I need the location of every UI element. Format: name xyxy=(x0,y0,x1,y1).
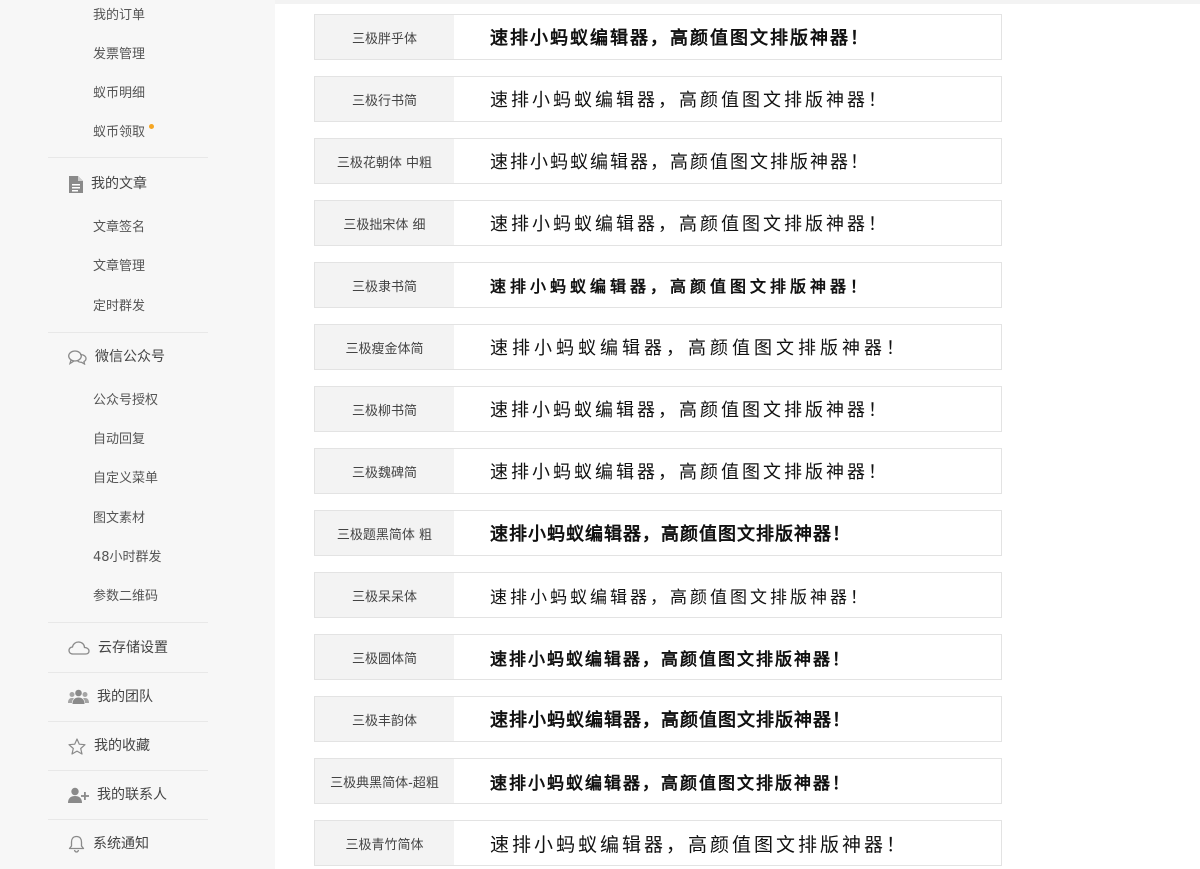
font-name: 三极拙宋体 细 xyxy=(315,201,454,245)
sidebar-section-label: 我的文章 xyxy=(91,176,147,192)
font-name: 三极圆体简 xyxy=(315,635,454,679)
sidebar-section-my-articles[interactable]: 我的文章 xyxy=(68,172,147,196)
sidebar-item-custom-menu[interactable]: 自定义菜单 xyxy=(93,469,158,489)
font-name: 三极隶书简 xyxy=(315,263,454,307)
font-sample-text: 速排小蚂蚁编辑器，高颜值图文排版神器！ xyxy=(490,28,870,49)
divider xyxy=(48,819,208,820)
font-row[interactable]: 三极瘦金体简 速排小蚂蚁编辑器，高颜值图文排版神器！ xyxy=(314,324,1002,370)
team-icon xyxy=(68,689,89,704)
font-name: 三极呆呆体 xyxy=(315,573,454,617)
font-sample-text: 速排小蚂蚁编辑器，高颜值图文排版神器！ xyxy=(490,152,870,173)
font-sample-text: 速排小蚂蚁编辑器，高颜值图文排版神器！ xyxy=(490,338,908,359)
sidebar-item-media-library[interactable]: 图文素材 xyxy=(93,509,145,529)
sidebar-section-label: 我的联系人 xyxy=(97,787,167,803)
document-icon xyxy=(69,175,83,193)
font-row[interactable]: 三极胖乎体 速排小蚂蚁编辑器，高颜值图文排版神器！ xyxy=(314,14,1002,60)
sidebar-section-label: 我的团队 xyxy=(97,689,153,705)
chat-bubbles-icon xyxy=(68,349,87,365)
sidebar-section-cloud-storage[interactable]: 云存储设置 xyxy=(68,636,168,660)
sidebar-section-my-favorites[interactable]: 我的收藏 xyxy=(68,734,150,758)
font-row[interactable]: 三极花朝体 中粗 速排小蚂蚁编辑器，高颜值图文排版神器！ xyxy=(314,138,1002,184)
font-sample-text: 速排小蚂蚁编辑器，高颜值图文排版神器！ xyxy=(490,462,889,483)
sidebar-item-invoice-management[interactable]: 发票管理 xyxy=(93,45,145,65)
add-user-icon xyxy=(68,787,89,803)
sidebar-item-48h-broadcast[interactable]: 48小时群发 xyxy=(93,548,162,568)
sidebar-section-label: 我的收藏 xyxy=(94,738,150,754)
sidebar-section-my-contacts[interactable]: 我的联系人 xyxy=(68,783,167,807)
sidebar-item-article-signature[interactable]: 文章签名 xyxy=(93,218,145,238)
sidebar-section-label: 微信公众号 xyxy=(95,349,165,365)
sidebar-item-auto-reply[interactable]: 自动回复 xyxy=(93,430,145,450)
sidebar-item-coin-details[interactable]: 蚁币明细 xyxy=(93,84,145,104)
font-row[interactable]: 三极青竹简体 速排小蚂蚁编辑器，高颜值图文排版神器！ xyxy=(314,820,1002,866)
font-row[interactable]: 三极呆呆体 速排小蚂蚁编辑器，高颜值图文排版神器！ xyxy=(314,572,1002,618)
sidebar-item-scheduled-broadcast[interactable]: 定时群发 xyxy=(93,297,145,317)
sidebar-section-label: 系统通知 xyxy=(93,836,149,852)
sidebar-item-qr-code[interactable]: 参数二维码 xyxy=(93,587,158,607)
font-sample-text: 速排小蚂蚁编辑器，高颜值图文排版神器！ xyxy=(490,90,889,111)
font-row[interactable]: 三极圆体简 速排小蚂蚁编辑器，高颜值图文排版神器！ xyxy=(314,634,1002,680)
cloud-icon xyxy=(68,641,90,655)
font-sample-text: 速排小蚂蚁编辑器，高颜值图文排版神器！ xyxy=(490,587,870,608)
sidebar-item-article-management[interactable]: 文章管理 xyxy=(93,257,145,277)
font-row[interactable]: 三极魏碑简 速排小蚂蚁编辑器，高颜值图文排版神器！ xyxy=(314,448,1002,494)
sidebar-item-account-authorization[interactable]: 公众号授权 xyxy=(93,391,158,411)
divider xyxy=(48,157,208,158)
font-name: 三极瘦金体简 xyxy=(315,325,454,369)
sidebar-section-my-team[interactable]: 我的团队 xyxy=(68,685,153,709)
font-sample-text: 速排小蚂蚁编辑器，高颜值图文排版神器！ xyxy=(490,710,851,731)
font-sample-text: 速排小蚂蚁编辑器，高颜值图文排版神器！ xyxy=(490,214,889,235)
sidebar-section-wechat[interactable]: 微信公众号 xyxy=(68,345,165,369)
sidebar-item-coin-claim[interactable]: 蚁币领取 xyxy=(93,123,155,143)
font-sample-text: 速排小蚂蚁编辑器，高颜值图文排版神器！ xyxy=(490,649,851,670)
font-name: 三极丰韵体 xyxy=(315,697,454,741)
font-row[interactable]: 三极行书简 速排小蚂蚁编辑器，高颜值图文排版神器！ xyxy=(314,76,1002,122)
font-row[interactable]: 三极拙宋体 细 速排小蚂蚁编辑器，高颜值图文排版神器！ xyxy=(314,200,1002,246)
font-name: 三极魏碑简 xyxy=(315,449,454,493)
font-name: 三极柳书简 xyxy=(315,387,454,431)
notification-dot xyxy=(149,124,155,129)
font-name: 三极青竹简体 xyxy=(315,821,454,865)
sidebar-item-label: 蚁币领取 xyxy=(93,125,146,140)
font-row[interactable]: 三极柳书简 速排小蚂蚁编辑器，高颜值图文排版神器！ xyxy=(314,386,1002,432)
font-name: 三极题黑简体 粗 xyxy=(315,511,454,555)
font-sample-text: 速排小蚂蚁编辑器，高颜值图文排版神器！ xyxy=(490,833,909,856)
font-row[interactable]: 三极丰韵体 速排小蚂蚁编辑器，高颜值图文排版神器！ xyxy=(314,696,1002,742)
font-row[interactable]: 三极题黑简体 粗 速排小蚂蚁编辑器，高颜值图文排版神器！ xyxy=(314,510,1002,556)
sidebar-item-my-orders[interactable]: 我的订单 xyxy=(93,6,145,26)
bell-icon xyxy=(68,835,85,853)
font-name: 三极花朝体 中粗 xyxy=(315,139,454,183)
font-row[interactable]: 三极典黑简体-超粗 速排小蚂蚁编辑器，高颜值图文排版神器！ xyxy=(314,758,1002,804)
divider xyxy=(48,770,208,771)
font-row[interactable]: 三极隶书简 速排小蚂蚁编辑器，高颜值图文排版神器！ xyxy=(314,262,1002,308)
star-icon xyxy=(68,737,86,755)
font-sample-text: 速排小蚂蚁编辑器，高颜值图文排版神器！ xyxy=(490,277,871,296)
font-sample-text: 速排小蚂蚁编辑器，高颜值图文排版神器！ xyxy=(490,400,889,421)
font-sample-text: 速排小蚂蚁编辑器，高颜值图文排版神器！ xyxy=(490,773,851,794)
sidebar-section-label: 云存储设置 xyxy=(98,640,168,656)
sidebar-section-system-notifications[interactable]: 系统通知 xyxy=(68,832,149,856)
font-sample-text: 速排小蚂蚁编辑器，高颜值图文排版神器！ xyxy=(490,524,851,545)
font-name: 三极胖乎体 xyxy=(315,15,454,59)
divider xyxy=(48,672,208,673)
divider xyxy=(48,622,208,623)
divider xyxy=(48,721,208,722)
font-name: 三极典黑简体-超粗 xyxy=(315,759,454,803)
divider xyxy=(48,332,208,333)
font-name: 三极行书简 xyxy=(315,77,454,121)
sidebar: 我的订单 发票管理 蚁币明细 蚁币领取 我的文章 文章签名 文章管理 定时群发 … xyxy=(0,0,275,869)
